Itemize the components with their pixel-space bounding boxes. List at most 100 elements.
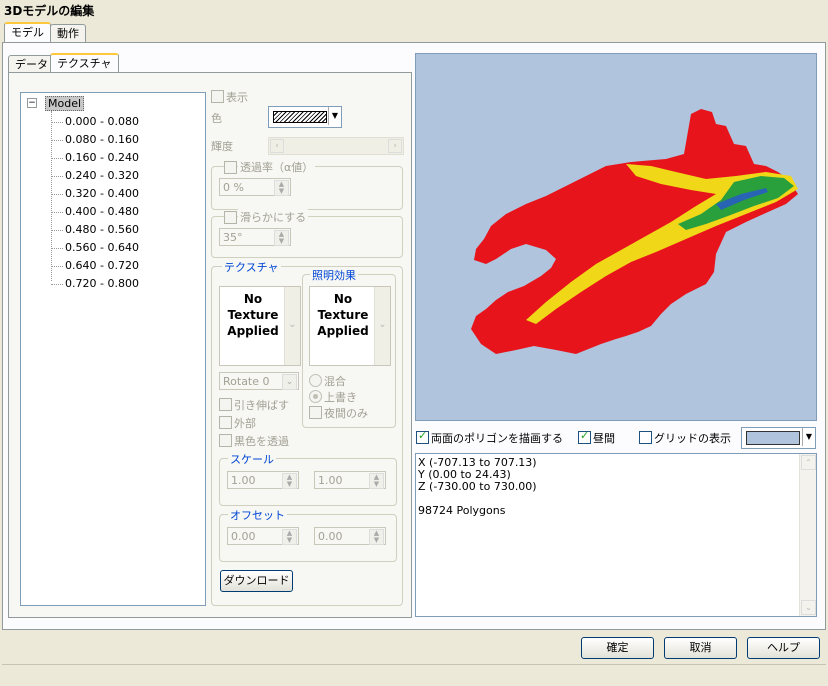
- tree-item[interactable]: 0.160 - 0.240: [65, 151, 139, 164]
- tree-connector: [51, 266, 63, 267]
- lighting-preview[interactable]: No Texture Applied ⌄: [309, 286, 391, 366]
- download-button[interactable]: ダウンロード: [220, 570, 293, 592]
- grid-color-picker[interactable]: ▼: [741, 427, 816, 449]
- brightness-slider[interactable]: ‹ ›: [268, 137, 404, 155]
- outer-label: 外部: [234, 417, 256, 430]
- model-info-text: X (-707.13 to 707.13) Y (0.00 to 24.43) Z …: [418, 457, 537, 517]
- tab-model[interactable]: モデル: [4, 22, 51, 43]
- transparency-label: 透過率（α値）: [238, 159, 316, 175]
- scale-x-value: 1.00: [231, 474, 256, 487]
- chevron-down-icon[interactable]: ⌄: [284, 287, 300, 365]
- tree-item[interactable]: 0.640 - 0.720: [65, 259, 139, 272]
- tree-item[interactable]: 0.000 - 0.080: [65, 115, 139, 128]
- rotate-value: Rotate 0: [223, 375, 270, 388]
- night-only-checkbox[interactable]: [309, 406, 322, 419]
- model-tree[interactable]: − Model 0.000 - 0.080 0.080 - 0.160 0.160 …: [20, 92, 206, 606]
- mix-radio[interactable]: [309, 374, 322, 387]
- lighting-text-1: No: [333, 292, 353, 306]
- transparency-value: 0 %: [223, 181, 244, 194]
- spin-arrows-icon[interactable]: ▲ ▼: [369, 529, 384, 545]
- night-only-label: 夜間のみ: [324, 407, 368, 420]
- smooth-input[interactable]: 35° ▲ ▼: [219, 228, 291, 246]
- spin-arrows-icon[interactable]: ▲ ▼: [274, 230, 289, 246]
- spin-arrows-icon[interactable]: ▲ ▼: [369, 473, 384, 489]
- grid-color-swatch: [746, 431, 800, 445]
- collapse-icon[interactable]: −: [27, 98, 37, 108]
- black-transparent-label: 黒色を透過: [234, 435, 289, 448]
- grid-label: グリッドの表示: [654, 432, 731, 445]
- spin-arrows-icon[interactable]: ▲ ▼: [282, 473, 297, 489]
- texture-text-1: No: [243, 292, 263, 306]
- transparency-input[interactable]: 0 % ▲ ▼: [219, 178, 291, 196]
- scale-group-label: スケール: [228, 451, 276, 467]
- tree-connector: [51, 230, 63, 231]
- scroll-right-icon[interactable]: ›: [388, 139, 402, 153]
- tree-root-model[interactable]: Model: [45, 96, 85, 111]
- cancel-button[interactable]: 取消: [664, 637, 737, 659]
- tree-item[interactable]: 0.080 - 0.160: [65, 133, 139, 146]
- ok-button[interactable]: 確定: [581, 637, 654, 659]
- scroll-down-icon[interactable]: ⌄: [801, 600, 816, 615]
- tree-item[interactable]: 0.400 - 0.480: [65, 205, 139, 218]
- show-checkbox[interactable]: [211, 90, 224, 103]
- offset-y-input[interactable]: 0.00 ▲ ▼: [314, 527, 386, 545]
- spin-arrows-icon[interactable]: ▲ ▼: [282, 529, 297, 545]
- transparency-checkbox[interactable]: [224, 161, 237, 174]
- texture-text-2: Texture: [227, 308, 279, 322]
- info-line: Z (-730.00 to 730.00): [418, 480, 537, 493]
- lighting-group-label: 照明効果: [310, 267, 358, 283]
- stretch-checkbox[interactable]: [219, 398, 232, 411]
- offset-x-value: 0.00: [231, 530, 256, 543]
- double-sided-checkbox[interactable]: [416, 429, 429, 444]
- tree-item[interactable]: 0.720 - 0.800: [65, 277, 139, 290]
- texture-text-3: Applied: [227, 324, 279, 338]
- grid-checkbox[interactable]: [639, 431, 652, 444]
- daytime-label: 昼間: [593, 432, 615, 445]
- tree-connector: [51, 158, 63, 159]
- overwrite-label: 上書き: [324, 391, 357, 404]
- scroll-left-icon[interactable]: ‹: [270, 139, 284, 153]
- tab-texture[interactable]: テクスチャ: [50, 53, 119, 74]
- brightness-label: 輝度: [211, 140, 233, 153]
- tree-connector: [51, 111, 52, 281]
- tree-item[interactable]: 0.320 - 0.400: [65, 187, 139, 200]
- smooth-label: 滑らかにする: [238, 209, 309, 225]
- chevron-down-icon[interactable]: ▼: [328, 107, 341, 125]
- tree-connector: [51, 122, 63, 123]
- rotate-select[interactable]: Rotate 0 ⌄: [219, 372, 299, 390]
- scroll-up-icon[interactable]: ⌃: [801, 455, 816, 470]
- chevron-down-icon[interactable]: ▼: [802, 428, 815, 446]
- lighting-text-2: Texture: [317, 308, 369, 322]
- daytime-checkbox[interactable]: [578, 429, 591, 444]
- tab-motion[interactable]: 動作: [50, 24, 86, 43]
- status-bar: [2, 664, 826, 685]
- scale-y-value: 1.00: [318, 474, 343, 487]
- texture-group-label: テクスチャ: [222, 259, 281, 275]
- overwrite-radio[interactable]: [309, 390, 322, 403]
- black-transparent-checkbox[interactable]: [219, 434, 232, 447]
- texture-preview[interactable]: No Texture Applied ⌄: [219, 286, 301, 366]
- smooth-value: 35°: [223, 231, 243, 244]
- offset-x-input[interactable]: 0.00 ▲ ▼: [227, 527, 299, 545]
- offset-group-label: オフセット: [228, 507, 287, 523]
- tree-item[interactable]: 0.560 - 0.640: [65, 241, 139, 254]
- color-label: 色: [211, 112, 222, 125]
- model-info-textarea[interactable]: X (-707.13 to 707.13) Y (0.00 to 24.43) Z …: [415, 453, 817, 617]
- tree-item[interactable]: 0.480 - 0.560: [65, 223, 139, 236]
- info-scrollbar[interactable]: ⌃ ⌄: [799, 454, 816, 616]
- spin-arrows-icon[interactable]: ▲ ▼: [274, 180, 289, 196]
- model-preview-viewport[interactable]: [415, 53, 817, 421]
- scale-y-input[interactable]: 1.00 ▲ ▼: [314, 471, 386, 489]
- chevron-down-icon[interactable]: ⌄: [374, 287, 390, 365]
- stretch-label: 引き伸ばす: [234, 399, 289, 412]
- hatch-swatch: [273, 111, 327, 123]
- tree-item[interactable]: 0.240 - 0.320: [65, 169, 139, 182]
- scale-x-input[interactable]: 1.00 ▲ ▼: [227, 471, 299, 489]
- smooth-checkbox[interactable]: [224, 211, 237, 224]
- tree-connector: [51, 176, 63, 177]
- outer-checkbox[interactable]: [219, 416, 232, 429]
- chevron-down-icon[interactable]: ⌄: [282, 374, 297, 390]
- info-line: 98724 Polygons: [418, 504, 506, 517]
- help-button[interactable]: ヘルプ: [747, 637, 820, 659]
- color-picker[interactable]: ▼: [268, 106, 342, 128]
